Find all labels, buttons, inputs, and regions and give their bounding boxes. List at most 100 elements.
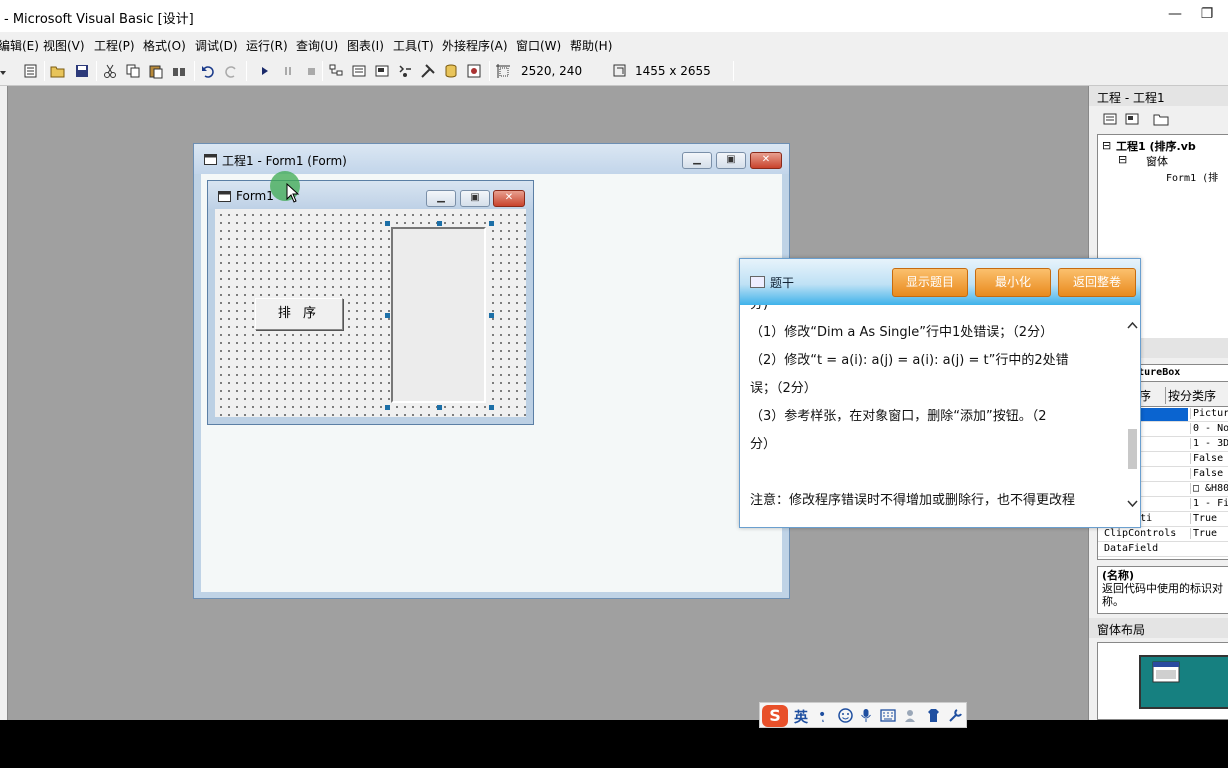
find-icon[interactable]: [171, 63, 187, 79]
property-description-title: (名称): [1102, 569, 1135, 582]
redo-icon[interactable]: [223, 63, 239, 79]
punct-icon[interactable]: •ͅ: [818, 707, 826, 723]
component-manager-icon[interactable]: [466, 63, 482, 79]
stop-icon[interactable]: [303, 63, 319, 79]
tree-item-form1[interactable]: Form1 (排: [1166, 169, 1218, 184]
designer-close-button[interactable]: ✕: [750, 152, 782, 169]
resize-handle-n[interactable]: [437, 221, 442, 226]
toolbox-icon[interactable]: [420, 63, 436, 79]
scroll-up-icon[interactable]: [1127, 321, 1138, 330]
question-panel[interactable]: 题干 显示题目 最小化 返回整卷 分) （1）修改“Dim a As Singl…: [739, 258, 1141, 528]
menu-project[interactable]: 工程(P): [94, 37, 135, 54]
size-readout: 1455 x 2655: [635, 64, 711, 78]
scroll-down-icon[interactable]: [1127, 499, 1138, 508]
tree-item-forms[interactable]: 窗体: [1146, 153, 1168, 169]
show-question-button[interactable]: 显示题目: [892, 268, 968, 297]
ime-mode-toggle[interactable]: 英: [794, 707, 808, 727]
layout-form-icon[interactable]: [1152, 661, 1180, 683]
form1-title-bar[interactable]: Form1 ▁ ▣ ✕: [208, 181, 533, 209]
prop-row[interactable]: DataField: [1098, 542, 1228, 557]
tree-expander[interactable]: ⊟: [1118, 153, 1127, 166]
question-line: 注意：修改程序错误时不得增加或删除行，也不得更改程: [750, 493, 1076, 508]
copy-icon[interactable]: [125, 63, 141, 79]
resize-handle-e[interactable]: [489, 313, 494, 318]
question-line: 分）: [750, 437, 777, 452]
question-panel-header[interactable]: 题干 显示题目 最小化 返回整卷: [740, 259, 1140, 305]
menu-debug[interactable]: 调试(D): [195, 37, 238, 54]
toggle-folders-icon[interactable]: [1153, 112, 1169, 126]
designer-maximize-button[interactable]: ▣: [716, 152, 746, 169]
resize-handle-sw[interactable]: [385, 405, 390, 410]
menu-addins[interactable]: 外接程序(A): [442, 37, 508, 54]
skin-icon[interactable]: [926, 708, 941, 723]
menu-help[interactable]: 帮助(H): [570, 37, 612, 54]
tool-icon[interactable]: [948, 708, 963, 723]
resize-handle-nw[interactable]: [385, 221, 390, 226]
mic-icon[interactable]: [860, 708, 872, 723]
data-view-icon[interactable]: [443, 63, 459, 79]
form1-minimize-button[interactable]: ▁: [426, 190, 456, 207]
vb-ide-window: - Microsoft Visual Basic [设计] — ❐ 编辑(E) …: [0, 0, 1228, 720]
menu-format[interactable]: 格式(O): [143, 37, 186, 54]
form1-title: Form1: [236, 189, 274, 203]
run-icon[interactable]: [257, 63, 273, 79]
question-scrollbar[interactable]: [1125, 319, 1140, 514]
user-icon[interactable]: [904, 708, 919, 723]
form1-maximize-button[interactable]: ▣: [460, 190, 490, 207]
picture-box[interactable]: [391, 227, 486, 403]
return-to-exam-button[interactable]: 返回整卷: [1058, 268, 1136, 297]
view-code-icon[interactable]: [1103, 112, 1117, 126]
resize-handle-s[interactable]: [437, 405, 442, 410]
keyboard-icon[interactable]: [880, 709, 896, 722]
maximize-button[interactable]: ❐: [1192, 6, 1222, 22]
form1-window[interactable]: Form1 ▁ ▣ ✕ 排 序: [207, 180, 534, 425]
resize-handle-ne[interactable]: [489, 221, 494, 226]
ime-toolbar: S 英 •ͅ: [759, 702, 967, 728]
sogou-logo[interactable]: S: [762, 705, 788, 727]
object-browser-icon[interactable]: [397, 63, 413, 79]
question-text: 分) （1）修改“Dim a As Single”行中1处错误；（2分） （2）…: [740, 305, 1126, 527]
form1-close-button[interactable]: ✕: [493, 190, 525, 207]
menu-editor-icon[interactable]: [23, 63, 39, 79]
prop-row[interactable]: ClipControls True: [1098, 527, 1228, 542]
form-layout-icon[interactable]: [374, 63, 390, 79]
save-icon[interactable]: [74, 63, 90, 79]
menu-edit[interactable]: 编辑(E): [0, 37, 39, 54]
paste-icon[interactable]: [148, 63, 164, 79]
tree-expander[interactable]: ⊟: [1102, 139, 1111, 152]
project-explorer-icon[interactable]: [328, 63, 344, 79]
position-icon: [496, 64, 510, 78]
menu-diagram[interactable]: 图表(I): [347, 37, 384, 54]
emoji-icon[interactable]: [838, 708, 853, 723]
add-project-icon[interactable]: [0, 63, 16, 79]
menu-query[interactable]: 查询(U): [296, 37, 338, 54]
menu-run[interactable]: 运行(R): [246, 37, 288, 54]
pause-icon[interactable]: [280, 63, 296, 79]
menu-window[interactable]: 窗口(W): [516, 37, 561, 54]
resize-handle-w[interactable]: [385, 313, 390, 318]
scrollbar-thumb[interactable]: [1128, 429, 1137, 469]
question-line: 分): [750, 305, 1116, 319]
resize-handle-se[interactable]: [489, 405, 494, 410]
form-layout-view[interactable]: [1097, 642, 1228, 720]
designer-minimize-button[interactable]: ▁: [682, 152, 712, 169]
left-dock: [0, 86, 8, 720]
minimize-button[interactable]: —: [1160, 6, 1190, 22]
project-pane-title: 工程 - 工程1: [1089, 86, 1228, 106]
designer-title-bar[interactable]: 工程1 - Form1 (Form) ▁ ▣ ✕: [194, 144, 789, 174]
open-icon[interactable]: [50, 63, 66, 79]
view-object-icon[interactable]: [1125, 112, 1139, 126]
sort-button[interactable]: 排 序: [255, 298, 343, 330]
question-panel-title: 题干: [770, 276, 795, 290]
size-icon: [613, 64, 626, 77]
menu-view[interactable]: 视图(V): [43, 37, 85, 54]
cut-icon[interactable]: [102, 63, 118, 79]
undo-icon[interactable]: [200, 63, 216, 79]
properties-icon[interactable]: [351, 63, 367, 79]
tab-categorized[interactable]: 按分类序: [1165, 387, 1216, 404]
menu-tools[interactable]: 工具(T): [393, 37, 434, 54]
minimize-panel-button[interactable]: 最小化: [975, 268, 1051, 297]
tree-item-project[interactable]: 工程1 (排序.vb: [1116, 138, 1196, 154]
form-icon: [204, 154, 217, 165]
form1-design-grid[interactable]: 排 序: [215, 209, 526, 417]
